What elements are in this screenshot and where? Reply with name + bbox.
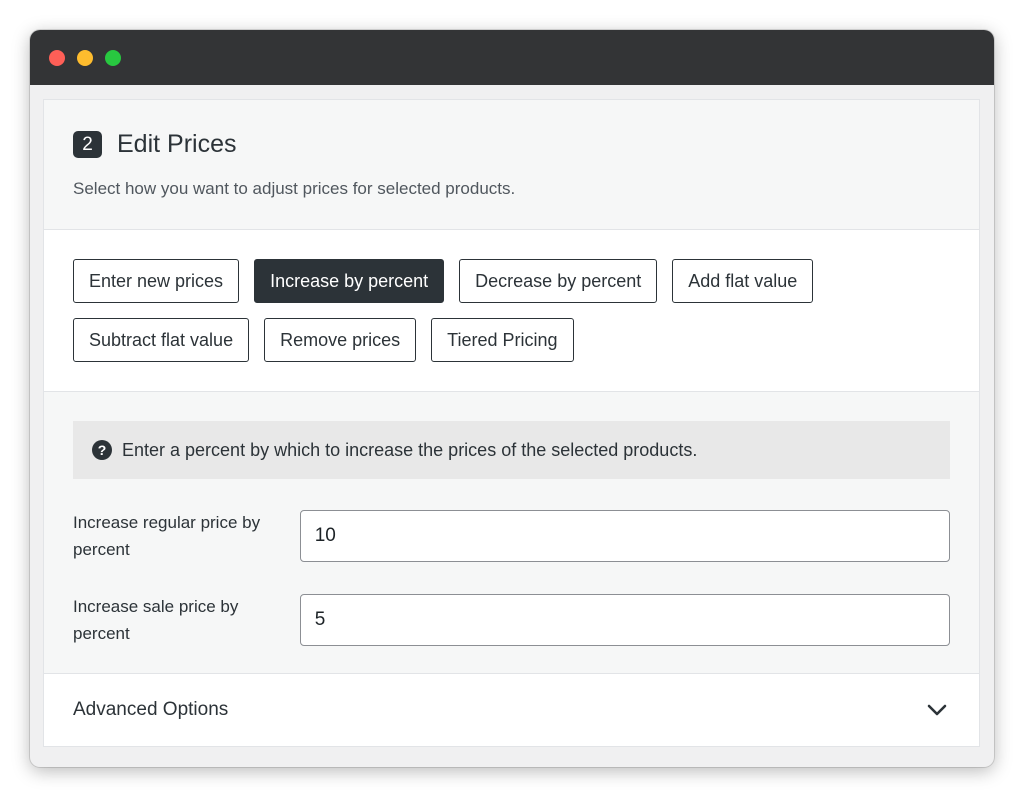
info-notice: ? Enter a percent by which to increase t… xyxy=(73,421,950,479)
sale-price-row: Increase sale price by percent xyxy=(73,593,950,647)
page-title: Edit Prices xyxy=(117,130,237,158)
edit-prices-panel: 2 Edit Prices Select how you want to adj… xyxy=(43,99,980,747)
options-row-1: Enter new prices Increase by percent Dec… xyxy=(73,259,950,303)
price-action-options: Enter new prices Increase by percent Dec… xyxy=(44,230,979,392)
app-window: 2 Edit Prices Select how you want to adj… xyxy=(30,30,994,767)
regular-price-label: Increase regular price by percent xyxy=(73,513,261,559)
percent-settings: ? Enter a percent by which to increase t… xyxy=(44,392,979,674)
subtract-flat-value-button[interactable]: Subtract flat value xyxy=(73,318,250,362)
minimize-window-button[interactable] xyxy=(77,49,93,66)
notice-text: Enter a percent by which to increase the… xyxy=(122,439,698,460)
decrease-by-percent-button[interactable]: Decrease by percent xyxy=(459,259,658,303)
regular-price-row: Increase regular price by percent xyxy=(73,509,950,563)
page-subtitle: Select how you want to adjust prices for… xyxy=(73,179,516,198)
window-titlebar xyxy=(30,30,994,85)
sale-price-percent-input[interactable] xyxy=(299,594,950,646)
sale-price-label: Increase sale price by percent xyxy=(73,597,239,643)
remove-prices-button[interactable]: Remove prices xyxy=(264,318,417,362)
help-icon: ? xyxy=(92,440,112,460)
step-number-badge: 2 xyxy=(73,131,102,158)
tiered-pricing-button[interactable]: Tiered Pricing xyxy=(431,318,574,362)
add-flat-value-button[interactable]: Add flat value xyxy=(672,259,814,303)
options-row-2: Subtract flat value Remove prices Tiered… xyxy=(73,318,950,362)
heading-row: 2 Edit Prices xyxy=(73,130,950,159)
panel-header: 2 Edit Prices Select how you want to adj… xyxy=(44,100,979,230)
advanced-options-label: Advanced Options xyxy=(73,699,229,720)
zoom-window-button[interactable] xyxy=(105,49,121,66)
enter-new-prices-button[interactable]: Enter new prices xyxy=(73,259,240,303)
advanced-options-toggle[interactable]: Advanced Options xyxy=(44,674,979,746)
close-window-button[interactable] xyxy=(49,49,65,66)
chevron-down-icon xyxy=(927,704,947,716)
regular-price-percent-input[interactable] xyxy=(299,510,950,562)
increase-by-percent-button[interactable]: Increase by percent xyxy=(254,259,445,303)
